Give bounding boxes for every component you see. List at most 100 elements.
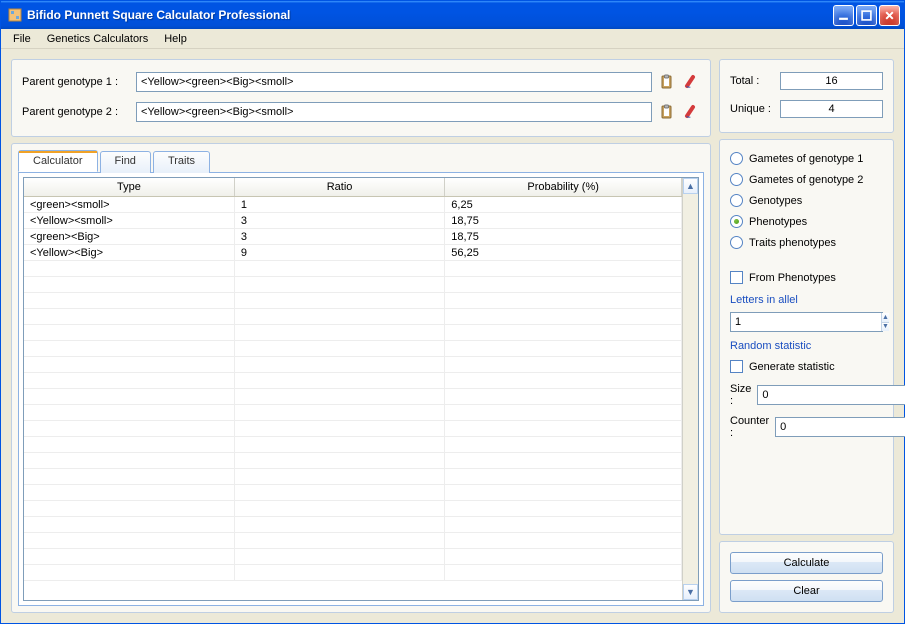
parent1-input[interactable] [136,72,652,92]
parent2-input[interactable] [136,102,652,122]
cell-ratio [234,549,444,565]
cell-type [24,325,234,341]
titlebar[interactable]: Bifido Punnett Square Calculator Profess… [1,1,904,29]
table-row[interactable] [24,565,682,581]
radio-phenotypes[interactable]: Phenotypes [730,213,883,230]
cell-type [24,421,234,437]
menu-file[interactable]: File [5,31,39,47]
scroll-up-icon[interactable]: ▲ [683,178,698,194]
cell-type [24,357,234,373]
vertical-scrollbar[interactable]: ▲ ▼ [682,178,698,600]
table-row[interactable] [24,293,682,309]
cell-ratio [234,293,444,309]
cell-type [24,453,234,469]
table-row[interactable] [24,533,682,549]
table-row[interactable]: <green><smoll>16,25 [24,197,682,213]
col-type[interactable]: Type [24,178,234,197]
table-row[interactable] [24,261,682,277]
table-row[interactable] [24,517,682,533]
table-row[interactable]: <Yellow><smoll>318,75 [24,213,682,229]
menubar: File Genetics Calculators Help [1,29,904,49]
cell-ratio [234,341,444,357]
table-row[interactable] [24,325,682,341]
radio-gametes1[interactable]: Gametes of genotype 1 [730,150,883,167]
spin-down-icon[interactable]: ▼ [882,323,889,332]
table-row[interactable] [24,341,682,357]
left-column: Parent genotype 1 : Parent genotype 2 : [11,59,711,613]
total-value: 16 [780,72,883,90]
close-button[interactable] [879,5,900,26]
cell-prob [445,469,682,485]
table-row[interactable] [24,405,682,421]
cell-type [24,341,234,357]
tab-find[interactable]: Find [100,151,151,173]
check-from-phenotypes[interactable]: From Phenotypes [730,269,883,286]
cell-type [24,293,234,309]
cell-type: <Yellow><Big> [24,245,234,261]
clear-icon[interactable] [682,103,700,121]
paste-icon[interactable] [658,103,676,121]
radio-gametes2[interactable]: Gametes of genotype 2 [730,171,883,188]
radio-label: Phenotypes [749,216,807,228]
table-row[interactable] [24,373,682,389]
table-row[interactable] [24,549,682,565]
cell-prob [445,389,682,405]
cell-prob [445,485,682,501]
size-spinner[interactable]: ▲▼ [757,385,905,405]
check-generate-statistic[interactable]: Generate statistic [730,358,883,375]
options-panel: Gametes of genotype 1 Gametes of genotyp… [719,139,894,535]
scroll-down-icon[interactable]: ▼ [683,584,698,600]
size-input[interactable] [758,386,905,404]
calculate-button[interactable]: Calculate [730,552,883,574]
table-row[interactable] [24,389,682,405]
cell-type [24,469,234,485]
table-row[interactable] [24,277,682,293]
app-icon [7,7,23,23]
table-row[interactable] [24,309,682,325]
cell-ratio [234,565,444,581]
letters-spinner[interactable]: ▲▼ [730,312,883,332]
counter-label: Counter : [730,415,769,439]
menu-help[interactable]: Help [156,31,195,47]
table-row[interactable] [24,421,682,437]
cell-prob [445,325,682,341]
tab-traits[interactable]: Traits [153,151,210,173]
spin-up-icon[interactable]: ▲ [882,313,889,323]
tab-calculator[interactable]: Calculator [18,150,98,172]
cell-prob [445,405,682,421]
paste-icon[interactable] [658,73,676,91]
cell-prob [445,293,682,309]
cell-ratio [234,325,444,341]
table-row[interactable] [24,501,682,517]
cell-ratio [234,469,444,485]
radio-traits-phenotypes[interactable]: Traits phenotypes [730,234,883,251]
cell-prob [445,549,682,565]
col-probability[interactable]: Probability (%) [445,178,682,197]
clear-icon[interactable] [682,73,700,91]
cell-type [24,405,234,421]
cell-type [24,533,234,549]
table-row[interactable] [24,437,682,453]
cell-type: <Yellow><smoll> [24,213,234,229]
table-row[interactable] [24,453,682,469]
maximize-button[interactable] [856,5,877,26]
table-row[interactable] [24,357,682,373]
table-row[interactable] [24,485,682,501]
cell-ratio [234,421,444,437]
clear-button[interactable]: Clear [730,580,883,602]
app-window: Bifido Punnett Square Calculator Profess… [0,0,905,624]
letters-input[interactable] [731,313,881,331]
cell-ratio [234,501,444,517]
col-ratio[interactable]: Ratio [234,178,444,197]
parent2-label: Parent genotype 2 : [22,106,130,118]
radio-genotypes[interactable]: Genotypes [730,192,883,209]
results-grid[interactable]: Type Ratio Probability (%) <green><smoll… [24,178,682,600]
table-row[interactable] [24,469,682,485]
cell-ratio: 3 [234,213,444,229]
table-row[interactable]: <Yellow><Big>956,25 [24,245,682,261]
cell-ratio [234,373,444,389]
cell-ratio: 3 [234,229,444,245]
table-row[interactable]: <green><Big>318,75 [24,229,682,245]
menu-genetics-calculators[interactable]: Genetics Calculators [39,31,157,47]
minimize-button[interactable] [833,5,854,26]
